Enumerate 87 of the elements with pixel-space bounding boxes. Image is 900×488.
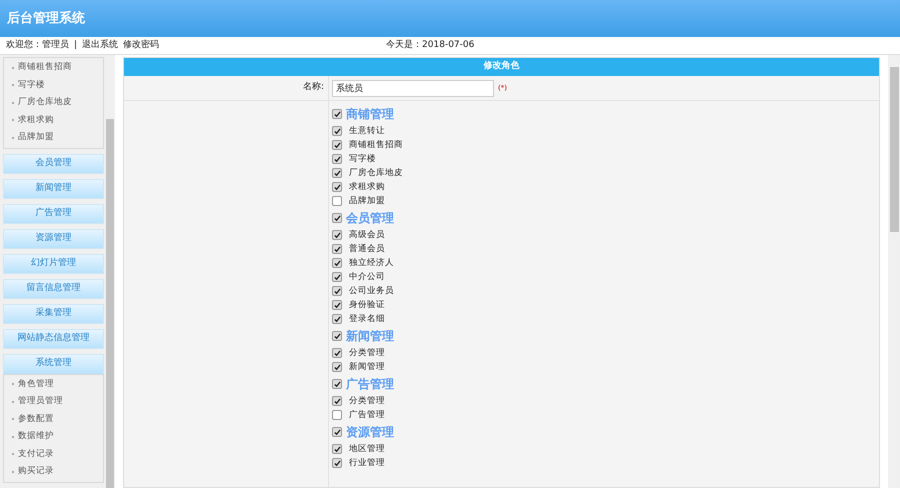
sidebar-section-button[interactable]: 采集管理 bbox=[3, 304, 104, 324]
checkbox[interactable] bbox=[332, 458, 342, 468]
permission-label: 品牌加盟 bbox=[349, 194, 385, 208]
sidebar-item[interactable]: 支付记录 bbox=[4, 446, 103, 463]
checkbox[interactable] bbox=[332, 126, 342, 136]
sidebar-item[interactable]: 管理员管理 bbox=[4, 393, 103, 410]
permission-label: 行业管理 bbox=[349, 456, 385, 470]
checkbox[interactable] bbox=[332, 410, 342, 420]
checkbox[interactable] bbox=[332, 213, 342, 223]
permission-label: 中介公司 bbox=[349, 270, 385, 284]
checkbox[interactable] bbox=[332, 244, 342, 254]
sidebar-section-button[interactable]: 资源管理 bbox=[3, 228, 104, 248]
checkbox[interactable] bbox=[332, 168, 342, 178]
sidebar-section-button[interactable]: 广告管理 bbox=[3, 204, 104, 224]
sidebar-item[interactable]: 写字楼 bbox=[4, 76, 103, 94]
sidebar-item[interactable]: 购买记录 bbox=[4, 463, 103, 480]
checkbox[interactable] bbox=[332, 362, 342, 372]
app-title: 后台管理系统 bbox=[7, 10, 85, 28]
panel-title: 修改角色 bbox=[124, 58, 879, 76]
group-heading: 商铺管理 bbox=[346, 106, 394, 123]
checkbox[interactable] bbox=[332, 154, 342, 164]
checkbox[interactable] bbox=[332, 258, 342, 268]
group-heading: 资源管理 bbox=[346, 424, 394, 441]
permission-label: 登录名细 bbox=[349, 312, 385, 326]
check-icon bbox=[334, 380, 340, 388]
permission-label: 地区管理 bbox=[349, 442, 385, 456]
checkbox[interactable] bbox=[332, 396, 342, 406]
page-scrollbar[interactable] bbox=[888, 55, 900, 488]
sidebar-section-button[interactable]: 新闻管理 bbox=[3, 178, 104, 198]
permission-label: 普通会员 bbox=[349, 242, 385, 256]
logout-link[interactable]: 退出系统 bbox=[82, 38, 118, 52]
sidebar-item[interactable]: 厂房仓库地皮 bbox=[4, 94, 103, 112]
name-input[interactable]: 系统员 bbox=[332, 80, 494, 96]
name-label: 名称: bbox=[302, 81, 324, 94]
scrollbar-thumb[interactable] bbox=[890, 67, 898, 232]
separator-text: | bbox=[74, 38, 78, 52]
group-heading: 会员管理 bbox=[346, 210, 394, 227]
permission-label: 求租求购 bbox=[349, 180, 385, 194]
permission-label: 分类管理 bbox=[349, 394, 385, 408]
checkbox[interactable] bbox=[332, 272, 342, 282]
permission-label: 公司业务员 bbox=[349, 284, 394, 298]
permission-label: 高级会员 bbox=[349, 228, 385, 242]
check-icon bbox=[334, 398, 340, 404]
sidebar-section-button[interactable]: 系统管理 bbox=[3, 354, 104, 374]
checkbox[interactable] bbox=[332, 379, 342, 389]
sidebar-item[interactable]: 角色管理 bbox=[4, 376, 103, 393]
checkbox[interactable] bbox=[332, 140, 342, 150]
sidebar-item[interactable]: 参数配置 bbox=[4, 410, 103, 428]
checkbox[interactable] bbox=[332, 444, 342, 454]
group-heading: 新闻管理 bbox=[346, 328, 394, 345]
checkbox[interactable] bbox=[332, 427, 342, 437]
checkbox[interactable] bbox=[332, 300, 342, 310]
permission-label: 商铺租售招商 bbox=[349, 138, 403, 152]
check-icon bbox=[334, 332, 340, 340]
date-text: 今天是：2018-07-06 bbox=[386, 38, 474, 52]
permission-label: 广告管理 bbox=[349, 408, 385, 422]
checkbox[interactable] bbox=[332, 109, 342, 119]
checkbox[interactable] bbox=[332, 182, 342, 192]
permission-label: 身份验证 bbox=[349, 298, 385, 312]
checkbox[interactable] bbox=[332, 348, 342, 358]
welcome-text: 欢迎您：管理员 bbox=[6, 38, 69, 52]
permission-label: 厂房仓库地皮 bbox=[349, 166, 403, 180]
check-icon bbox=[334, 110, 340, 118]
sidebar-item[interactable]: 商铺租售招商 bbox=[4, 59, 103, 76]
scrollbar-thumb[interactable] bbox=[106, 119, 114, 488]
permission-label: 分类管理 bbox=[349, 346, 385, 360]
sidebar-section-button[interactable]: 幻灯片管理 bbox=[3, 254, 104, 274]
permission-label: 写字楼 bbox=[349, 152, 376, 166]
checkbox[interactable] bbox=[332, 286, 342, 296]
sidebar-section-button[interactable]: 留言信息管理 bbox=[3, 278, 104, 298]
check-icon bbox=[334, 214, 340, 222]
checkbox[interactable] bbox=[332, 331, 342, 341]
sidebar-item[interactable]: 品牌加盟 bbox=[4, 129, 103, 146]
sidebar-item[interactable]: 求租求购 bbox=[4, 112, 103, 129]
permission-label: 独立经济人 bbox=[349, 256, 394, 270]
sidebar-item[interactable]: 数据维护 bbox=[4, 428, 103, 446]
group-heading: 广告管理 bbox=[346, 376, 394, 393]
permission-label: 生意转让 bbox=[349, 124, 385, 138]
check-icon bbox=[334, 428, 340, 436]
checkbox[interactable] bbox=[332, 196, 342, 206]
change-password-link[interactable]: 修改密码 bbox=[123, 38, 160, 52]
checkbox[interactable] bbox=[332, 314, 342, 324]
sidebar-section-button[interactable]: 会员管理 bbox=[3, 154, 104, 174]
sidebar-section-button[interactable]: 网站静态信息管理 bbox=[3, 328, 104, 348]
permission-label: 新闻管理 bbox=[349, 360, 385, 374]
sidebar-scrollbar[interactable] bbox=[105, 55, 115, 488]
checkbox[interactable] bbox=[332, 230, 342, 240]
